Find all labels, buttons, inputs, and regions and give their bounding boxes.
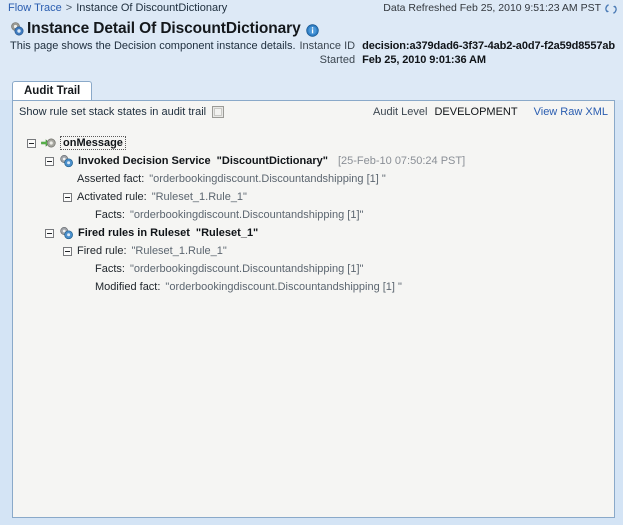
tree-row[interactable]: Modified fact: "orderbookingdiscount.Disc… [27,278,614,296]
breadcrumb-current: Instance Of DiscountDictionary [76,2,228,14]
meta-value-instance-id: decision:a379dad6-3f37-4ab2-a0d7-f2a59d8… [362,40,615,52]
tree-expander-collapse-icon[interactable] [63,246,72,256]
toolbar-right-group: Audit Level DEVELOPMENT View Raw XML [373,106,608,118]
page-title: Instance Detail Of DiscountDictionary [27,20,301,37]
meta-label-started: Started [319,54,356,66]
tree-node-label: Invoked Decision Service [78,155,211,167]
tree-node-label: Asserted fact: [77,173,145,185]
page-title-row: Instance Detail Of DiscountDictionary [8,20,615,38]
tree-node-value: "orderbookingdiscount.Discountandshippin… [165,281,402,293]
tree-row[interactable]: onMessage [27,134,614,152]
tree-row[interactable]: Invoked Decision Service "DiscountDiction… [27,152,614,170]
tree-node-label: Fired rule: [77,245,127,257]
tree-node-label: Facts: [95,263,125,275]
audit-trail-panel: Show rule set stack states in audit trai… [12,100,615,518]
tab-audit-trail[interactable]: Audit Trail [12,81,93,101]
tab-strip: Audit Trail [0,79,623,101]
tree-node-value: "Ruleset_1.Rule_1" [151,191,247,203]
meta-row-started: Started Feb 25, 2010 9:01:36 AM [299,53,615,67]
tree-node-value: "orderbookingdiscount.Discountandshippin… [129,209,364,221]
meta-row-instance-id: Instance ID decision:a379dad6-3f37-4ab2-… [299,39,615,53]
tree-row[interactable]: Facts: "orderbookingdiscount.Discountands… [27,206,614,224]
show-stack-states-checkbox[interactable] [212,106,225,118]
breadcrumb-bar: Flow Trace > Instance Of DiscountDiction… [0,0,623,17]
tree-row[interactable]: Fired rule: "Ruleset_1.Rule_1" [27,242,614,260]
tree-node-label: Fired rules in Ruleset [78,227,190,239]
tree-row[interactable]: Fired rules in Ruleset "Ruleset_1" [27,224,614,242]
tree-node-label: onMessage [60,136,126,150]
tree-expander-collapse-icon[interactable] [45,156,54,166]
tree-expander-collapse-icon[interactable] [45,228,54,238]
breadcrumb-separator: > [65,2,73,14]
page-header: Instance Detail Of DiscountDictionary Th… [0,17,623,79]
refresh-icon[interactable] [605,3,617,15]
tree-node-label: Activated rule: [77,191,147,203]
breadcrumb-link-flow-trace[interactable]: Flow Trace [8,2,62,14]
tree-row[interactable]: Facts: "orderbookingdiscount.Discountands… [27,260,614,278]
data-refreshed-text: Data Refreshed Feb 25, 2010 9:51:23 AM P… [383,2,601,14]
audit-level-label: Audit Level [373,106,428,118]
tree-node-value: "orderbookingdiscount.Discountandshippin… [149,173,386,185]
audit-level-value: DEVELOPMENT [434,106,518,118]
decision-service-icon [59,154,74,168]
audit-trail-tree: onMessage Invoked Decision Service "Discou… [13,122,614,296]
view-raw-xml-link[interactable]: View Raw XML [534,106,608,118]
tree-node-label: Modified fact: [95,281,161,293]
show-stack-states-label: Show rule set stack states in audit trai… [19,106,207,118]
tree-node-value: "Ruleset_1.Rule_1" [131,245,227,257]
tree-row[interactable]: Activated rule: "Ruleset_1.Rule_1" [27,188,614,206]
panel-toolbar: Show rule set stack states in audit trai… [13,101,614,122]
tree-node-value: "orderbookingdiscount.Discountandshippin… [129,263,364,275]
show-stack-states-control: Show rule set stack states in audit trai… [19,106,225,118]
tree-row[interactable]: Asserted fact: "orderbookingdiscount.Disc… [27,170,614,188]
tree-node-timestamp: [25-Feb-10 07:50:24 PST] [337,155,466,167]
on-message-icon [41,136,56,150]
tree-expander-collapse-icon[interactable] [63,192,72,202]
tree-node-name: "DiscountDictionary" [216,155,328,167]
instance-meta-table: Instance ID decision:a379dad6-3f37-4ab2-… [299,39,615,67]
tree-node-name: "Ruleset_1" [195,227,259,239]
decision-component-icon [8,20,26,38]
tree-node-label: Facts: [95,209,125,221]
tree-expander-collapse-icon[interactable] [27,138,36,148]
info-icon[interactable] [305,23,319,37]
decision-service-icon [59,226,74,240]
meta-value-started: Feb 25, 2010 9:01:36 AM [362,54,486,66]
meta-label-instance-id: Instance ID [299,40,356,52]
